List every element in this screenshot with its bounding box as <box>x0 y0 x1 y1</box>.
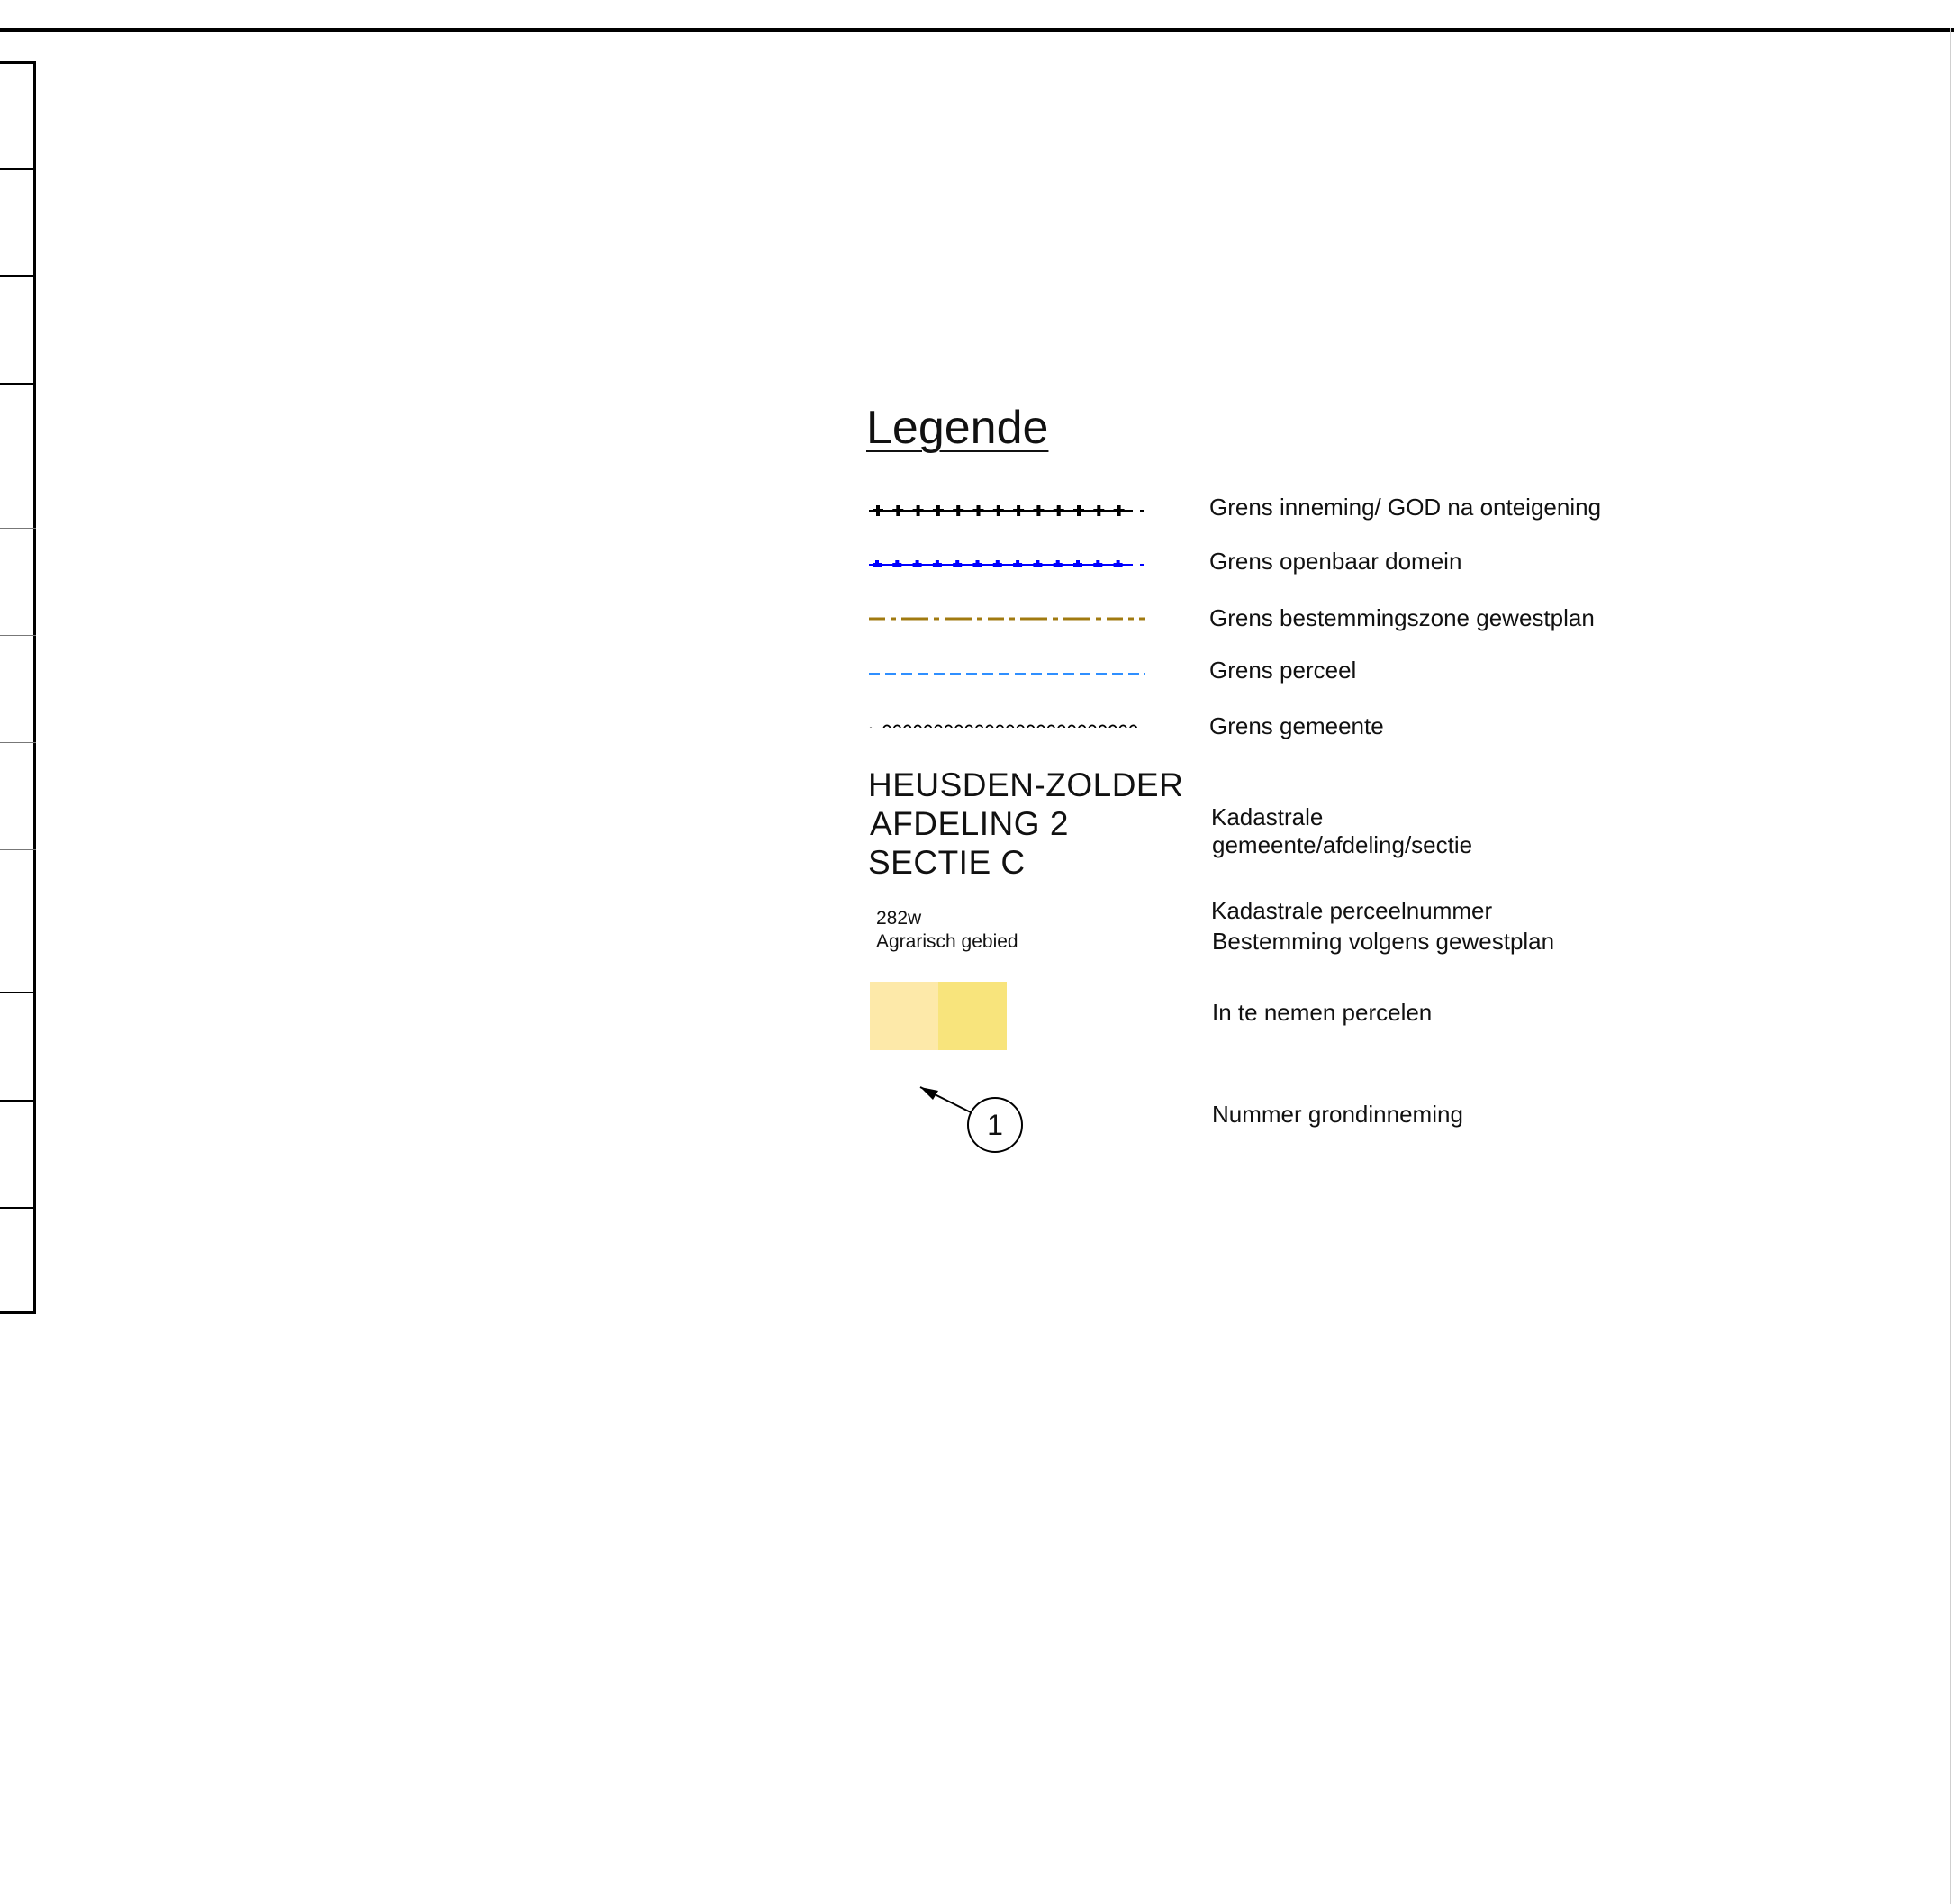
title-block-divider <box>0 1207 36 1209</box>
title-block-column <box>0 61 36 1314</box>
grondinneming-number: 1 <box>987 1109 1003 1141</box>
plus-line-symbol <box>869 505 1144 516</box>
legend-label-perceelnummer: Kadastrale perceelnummer <box>1211 897 1493 924</box>
legend-label-in-te-nemen: In te nemen percelen <box>1212 999 1433 1026</box>
legend-label-grens-inneming: Grens inneming/ GOD na onteigening <box>1209 494 1602 521</box>
title-block-divider <box>0 528 36 529</box>
legend-line-symbols <box>869 505 1145 728</box>
sample-sectie: SECTIE C <box>868 844 1026 881</box>
title-block-divider <box>0 742 36 743</box>
swatch-dark <box>938 982 1007 1050</box>
sample-afdeling: AFDELING 2 <box>870 805 1069 842</box>
sample-gemeente: HEUSDEN-ZOLDER <box>868 766 1184 803</box>
frame-right-border <box>1950 28 1951 1904</box>
legend-label-grens-openbaar-domein: Grens openbaar domein <box>1209 548 1462 575</box>
legend-title: Legende <box>866 402 1049 454</box>
legend-label-grens-gemeente: Grens gemeente <box>1209 712 1384 739</box>
title-block-divider <box>0 168 36 170</box>
title-block-divider <box>0 635 36 636</box>
title-block-divider <box>0 275 36 277</box>
sample-perceelnummer: 282w <box>876 908 922 929</box>
title-block-divider <box>0 849 36 850</box>
legend-label-kadastrale-sub: gemeente/afdeling/sectie <box>1212 831 1473 858</box>
legend-label-grens-perceel: Grens perceel <box>1209 657 1357 684</box>
legend-label-bestemming: Bestemming volgens gewestplan <box>1212 928 1555 955</box>
legend-label-kadastrale: Kadastrale <box>1211 803 1324 830</box>
circle-chain-symbol <box>869 724 1137 728</box>
legend-label-grens-bestemmingszone: Grens bestemmingszone gewestplan <box>1209 604 1595 631</box>
blue-dashed-symbol <box>869 560 1144 567</box>
title-block-divider <box>0 383 36 385</box>
title-block-divider <box>0 992 36 993</box>
legend-label-grondinneming: Nummer grondinneming <box>1212 1101 1463 1128</box>
swatch-light <box>870 982 938 1050</box>
frame-top-border <box>0 28 1954 32</box>
sample-bestemming: Agrarisch gebied <box>876 931 1018 952</box>
title-block-divider <box>0 1100 36 1102</box>
